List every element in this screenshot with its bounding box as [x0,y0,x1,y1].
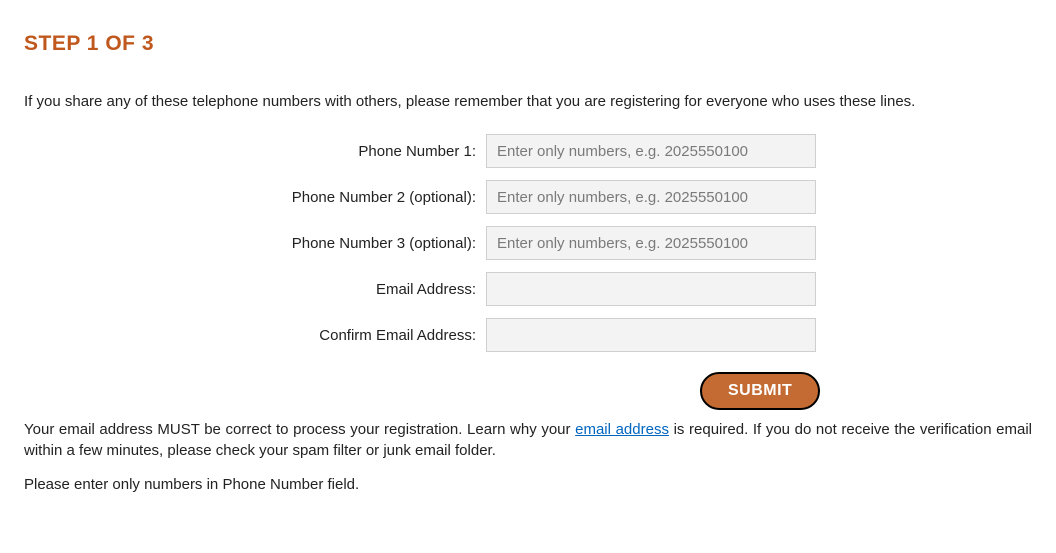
notice-before-link: Your email address MUST be correct to pr… [24,421,575,438]
email-address-link[interactable]: email address [575,421,669,438]
email-row: Email Address: [24,272,1032,306]
phone-1-input[interactable] [486,134,816,168]
phone-2-label: Phone Number 2 (optional): [24,189,486,206]
phone-1-label: Phone Number 1: [24,143,486,160]
step-heading: STEP 1 OF 3 [24,32,1032,56]
phone-3-row: Phone Number 3 (optional): [24,226,1032,260]
phone-1-row: Phone Number 1: [24,134,1032,168]
email-input[interactable] [486,272,816,306]
phone-3-label: Phone Number 3 (optional): [24,235,486,252]
registration-form: Phone Number 1: Phone Number 2 (optional… [24,134,1032,410]
phone-3-input[interactable] [486,226,816,260]
phone-2-row: Phone Number 2 (optional): [24,180,1032,214]
intro-text: If you share any of these telephone numb… [24,92,1032,112]
confirm-email-input[interactable] [486,318,816,352]
submit-spacer [24,372,700,410]
phone-helper-text: Please enter only numbers in Phone Numbe… [24,475,1032,495]
confirm-email-row: Confirm Email Address: [24,318,1032,352]
submit-row: SUBMIT [24,372,1032,410]
email-notice: Your email address MUST be correct to pr… [24,420,1032,461]
phone-2-input[interactable] [486,180,816,214]
submit-button[interactable]: SUBMIT [700,372,820,410]
email-label: Email Address: [24,281,486,298]
confirm-email-label: Confirm Email Address: [24,327,486,344]
